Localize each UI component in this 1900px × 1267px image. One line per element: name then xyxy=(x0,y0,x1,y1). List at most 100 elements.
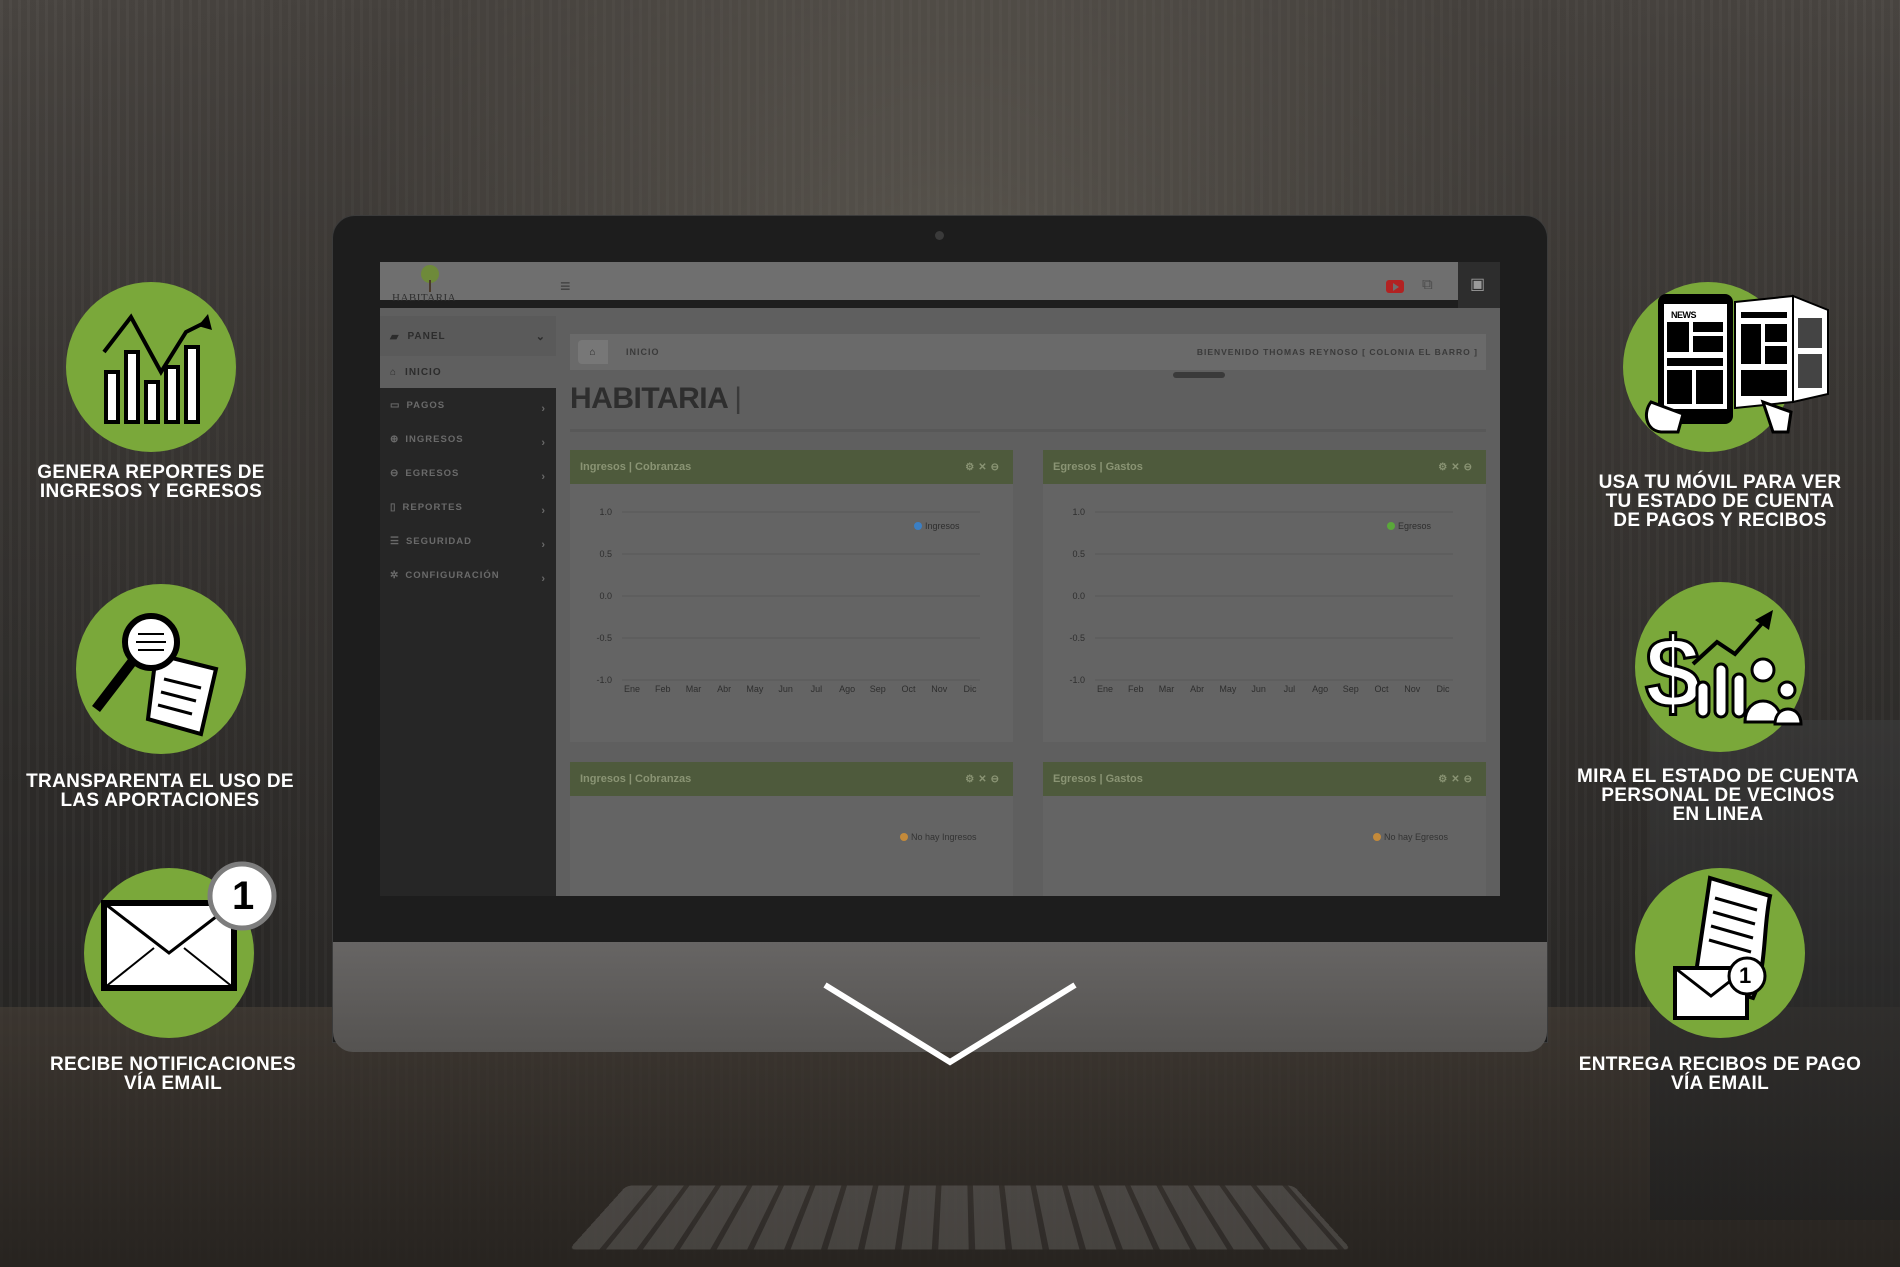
widget-header: Egresos | Gastos ⚙✕⊖ xyxy=(1043,762,1486,796)
caption-line: VÍA EMAIL xyxy=(1670,1073,1770,1094)
widget-egresos-empty: Egresos | Gastos ⚙✕⊖ No hay Egresos xyxy=(1043,762,1486,896)
sidebar-item-reportes[interactable]: ▯ REPORTES › xyxy=(380,490,556,524)
y-tick-label: -0.5 xyxy=(1069,633,1085,643)
receipt-envelope-icon xyxy=(1673,875,1773,1020)
feature-circle xyxy=(76,584,246,754)
x-tick-label: Mar xyxy=(686,684,702,694)
chevron-down-icon[interactable] xyxy=(820,980,1080,1070)
sidebar-item-pagos[interactable]: ▭ PAGOS › xyxy=(380,388,556,422)
welcome-text: BIENVENIDO THOMAS REYNOSO [ COLONIA EL B… xyxy=(1196,347,1478,357)
legend-dot xyxy=(900,833,908,841)
legend-dot xyxy=(914,522,922,530)
sidebar-panel-header[interactable]: ▰ PANEL ⌄ xyxy=(380,316,556,356)
window-icon[interactable]: ⧉ xyxy=(1422,276,1433,293)
menu-toggle-icon[interactable]: ≡ xyxy=(560,276,571,297)
egresos-line-chart: 1.0 0.5 0.0 -0.5 -1.0 Ene Feb Mar Abr May Jun Jul Ag… xyxy=(1069,507,1453,694)
no-data-text: No hay Egresos xyxy=(1384,832,1449,842)
chevron-right-icon: › xyxy=(541,403,546,415)
briefcase-icon: ▰ xyxy=(390,330,400,343)
y-tick-label: 0.0 xyxy=(1072,591,1085,601)
sidebar-item-ingresos[interactable]: ⊕ INGRESOS › xyxy=(380,422,556,456)
widget-title: Ingresos | Cobranzas xyxy=(580,461,692,473)
widget-header: Egresos | Gastos ⚙✕⊖ xyxy=(1043,450,1486,484)
feature-caption: USA TU MÓVIL PARA VER TU ESTADO DE CUENT… xyxy=(1560,473,1880,530)
title-divider xyxy=(570,429,1486,432)
home-icon: ⌂ xyxy=(390,366,398,378)
legend-label: Egresos xyxy=(1398,521,1432,531)
caption-line: MIRA EL ESTADO DE CUENTA xyxy=(1576,766,1859,787)
no-data-text: No hay Ingresos xyxy=(911,832,977,842)
x-tick-label: Abr xyxy=(717,684,731,694)
layout-toggle-button[interactable]: ▣ xyxy=(1458,262,1500,308)
bar-chart-trend-icon xyxy=(102,313,212,424)
sidebar-item-label: CONFIGURACIÓN xyxy=(405,569,500,581)
sidebar-item-label: REPORTES xyxy=(402,501,463,513)
caption-line: VÍA EMAIL xyxy=(123,1073,223,1094)
caption-line: EN LINEA xyxy=(1672,804,1764,825)
sidebar-item-configuracion[interactable]: ✲ CONFIGURACIÓN › xyxy=(380,558,556,592)
chevron-down-icon: ⌄ xyxy=(535,330,546,343)
notification-badge-count: 1 xyxy=(1739,963,1752,988)
layout-icon: ▣ xyxy=(1470,276,1486,293)
y-tick-label: 0.5 xyxy=(599,549,612,559)
gear-icon: ✲ xyxy=(390,569,400,581)
caption-line: ENTREGA RECIBOS DE PAGO xyxy=(1578,1054,1862,1075)
widget-controls[interactable]: ⚙✕⊖ xyxy=(965,774,1003,785)
feature-circle: 1 xyxy=(84,861,277,1038)
page-title-text: HABITARIA xyxy=(570,382,729,415)
x-tick-label: Jul xyxy=(1284,684,1296,694)
home-icon[interactable]: ⌂ xyxy=(578,340,608,364)
widget-title: Egresos | Gastos xyxy=(1053,461,1143,473)
x-tick-label: Feb xyxy=(1128,684,1144,694)
legend-label: Ingresos xyxy=(925,521,960,531)
y-tick-label: -1.0 xyxy=(596,675,612,685)
sidebar-item-label: INGRESOS xyxy=(405,433,464,445)
caption-line: INGRESOS Y EGRESOS xyxy=(39,481,263,502)
page-title-cursor: | xyxy=(734,382,742,415)
dollar-growth-people-icon: $ xyxy=(1644,610,1803,731)
x-tick-label: Dic xyxy=(1437,684,1450,694)
ingresos-line-chart: 1.0 0.5 0.0 -0.5 -1.0 Ene Feb Mar Abr May Jun Jul Ag… xyxy=(596,507,980,694)
youtube-icon[interactable] xyxy=(1386,280,1404,293)
chevron-right-icon: › xyxy=(541,539,546,551)
feature-circle: 1 xyxy=(1635,868,1805,1038)
legend-dot xyxy=(1387,522,1395,530)
sidebar-item-label: SEGURIDAD xyxy=(405,535,472,547)
page-title: HABITARIA | xyxy=(570,382,742,416)
x-tick-label: May xyxy=(1219,684,1237,694)
mobile-newspaper-icon xyxy=(1644,294,1829,434)
x-tick-label: Jun xyxy=(1251,684,1266,694)
main-content: ⌂ INICIO BIENVENIDO THOMAS REYNOSO [ COL… xyxy=(556,316,1500,896)
sidebar-panel-label: PANEL xyxy=(407,330,446,342)
x-tick-label: Sep xyxy=(870,684,886,694)
x-tick-label: Nov xyxy=(931,684,948,694)
chevron-right-icon: › xyxy=(541,573,546,585)
x-tick-label: Jul xyxy=(811,684,823,694)
chevron-right-icon: › xyxy=(541,505,546,517)
sidebar-item-inicio[interactable]: ⌂ INICIO xyxy=(380,356,556,388)
y-tick-label: 1.0 xyxy=(599,507,612,517)
scroll-handle[interactable] xyxy=(1173,372,1225,378)
widget-egresos-chart: Egresos | Gastos ⚙✕⊖ 1.0 0.5 0.0 -0.5 -1.0 En… xyxy=(1043,450,1486,742)
widget-controls[interactable]: ⚙✕⊖ xyxy=(1438,462,1476,473)
caption-line: RECIBE NOTIFICACIONES xyxy=(50,1054,296,1075)
x-tick-label: Sep xyxy=(1343,684,1359,694)
plus-circle-icon: ⊕ xyxy=(390,433,400,445)
list-icon: ☰ xyxy=(390,535,400,547)
breadcrumb-current[interactable]: INICIO xyxy=(626,347,660,357)
widget-controls[interactable]: ⚙✕⊖ xyxy=(965,462,1003,473)
widget-controls[interactable]: ⚙✕⊖ xyxy=(1438,774,1476,785)
x-tick-label: May xyxy=(746,684,764,694)
no-data-legend: No hay Egresos xyxy=(1373,832,1448,842)
sidebar-item-egresos[interactable]: ⊖ EGRESOS › xyxy=(380,456,556,490)
caption-line: TRANSPARENTA EL USO DE xyxy=(26,771,294,792)
feature-circle xyxy=(66,282,236,452)
x-tick-label: Oct xyxy=(902,684,917,694)
widget-header: Ingresos | Cobranzas ⚙✕⊖ xyxy=(570,450,1013,484)
no-data-legend: No hay Ingresos xyxy=(900,832,977,842)
feature-circle: $ xyxy=(1635,582,1805,752)
x-tick-label: Ago xyxy=(1312,684,1328,694)
sidebar-item-seguridad[interactable]: ☰ SEGURIDAD › xyxy=(380,524,556,558)
x-tick-label: Mar xyxy=(1159,684,1175,694)
keyboard-image xyxy=(568,1185,1352,1250)
